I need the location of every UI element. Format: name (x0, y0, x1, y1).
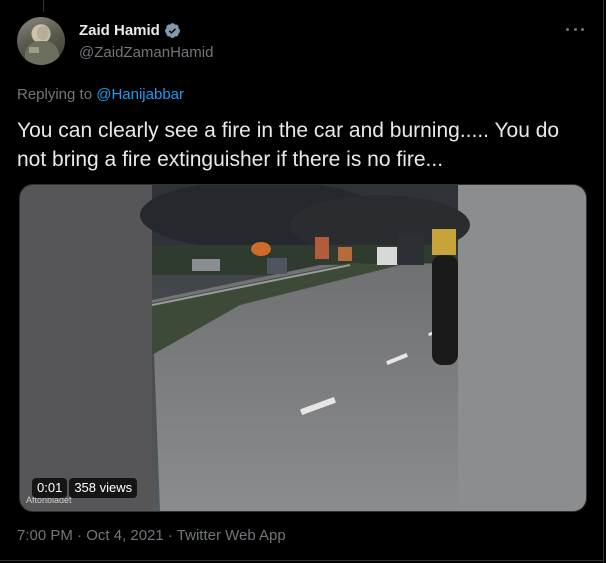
thread-connector-line (43, 0, 44, 12)
verified-badge-icon (164, 23, 180, 38)
tweet-divider (0, 560, 604, 561)
replying-to: Replying to @Hanijabbar (17, 86, 184, 103)
tweet-text: You can clearly see a fire in the car an… (17, 119, 560, 171)
author-handle[interactable]: @ZaidZamanHamid (79, 44, 213, 61)
video-badges: 0:01 358 views (32, 478, 138, 498)
display-name[interactable]: Zaid Hamid (79, 22, 160, 39)
author-row[interactable]: Zaid Hamid (79, 22, 181, 39)
video-frame: Aftonbladet (20, 185, 586, 511)
mention-link[interactable]: @Hanijabbar (96, 86, 184, 103)
video-views: 358 views (69, 478, 138, 498)
timeline-border (603, 0, 604, 563)
tweet-timestamp[interactable]: 7:00 PM · Oct 4, 2021 · Twitter Web App (17, 527, 286, 544)
video-player[interactable]: Aftonbladet (19, 184, 587, 512)
more-options-icon[interactable] (566, 26, 584, 32)
avatar[interactable] (17, 17, 65, 65)
replying-to-label: Replying to (17, 86, 93, 103)
video-duration: 0:01 (32, 478, 68, 498)
